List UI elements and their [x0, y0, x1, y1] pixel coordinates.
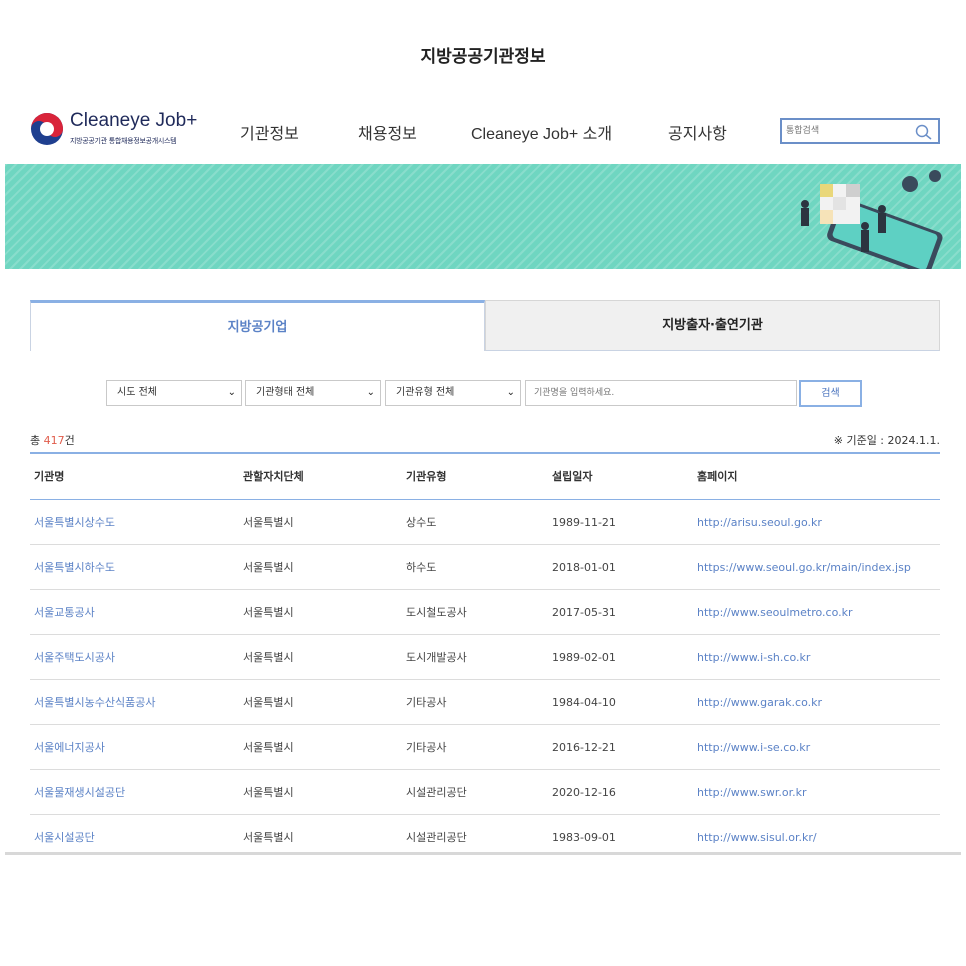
table-header: 기관명 관할자치단체 기관유형 설립일자 홈페이지 — [30, 454, 940, 500]
jurisdiction: 서울특별시 — [243, 651, 294, 664]
col-org-type: 기관유형 — [406, 470, 447, 483]
founded-date: 1989-02-01 — [552, 651, 616, 664]
jurisdiction: 서울특별시 — [243, 561, 294, 574]
homepage-link[interactable]: http://www.i-se.co.kr — [697, 725, 810, 770]
org-type: 기타공사 — [406, 741, 447, 754]
taegeuk-logo-icon — [31, 113, 63, 145]
org-type: 기타공사 — [406, 696, 447, 709]
jurisdiction: 서울특별시 — [243, 786, 294, 799]
total-count: 총 417건 — [30, 432, 75, 448]
org-name-link[interactable]: 서울주택도시공사 — [34, 635, 115, 680]
org-name-link[interactable]: 서울특별시하수도 — [34, 545, 115, 590]
org-name-link[interactable]: 서울에너지공사 — [34, 725, 105, 770]
site-logo[interactable]: Cleaneye Job+ 지방공공기관 통합채용정보공개시스템 — [30, 110, 210, 150]
page-divider — [5, 852, 961, 855]
org-name-link[interactable]: 서울특별시농수산식품공사 — [34, 680, 155, 725]
founded-date: 1984-04-10 — [552, 696, 616, 709]
homepage-link[interactable]: http://www.i-sh.co.kr — [697, 635, 810, 680]
chevron-down-icon: ⌄ — [227, 387, 236, 398]
org-form-select-value: 기관형태 전체 — [256, 387, 315, 398]
table-row: 서울주택도시공사 서울특별시 도시개발공사 1989-02-01 http://… — [30, 635, 940, 680]
col-jurisdiction: 관할자치단체 — [243, 470, 304, 483]
founded-date: 2017-05-31 — [552, 606, 616, 619]
region-select[interactable]: 시도 전체 ⌄ — [106, 380, 242, 406]
total-suffix: 건 — [64, 434, 75, 447]
col-homepage: 홈페이지 — [697, 470, 738, 483]
founded-date: 2016-12-21 — [552, 741, 616, 754]
col-founded: 설립일자 — [552, 470, 593, 483]
table-row: 서울물재생시설공단 서울특별시 시설관리공단 2020-12-16 http:/… — [30, 770, 940, 815]
org-type: 시설관리공단 — [406, 786, 467, 799]
org-type-select[interactable]: 기관유형 전체 ⌄ — [385, 380, 521, 406]
org-name-link[interactable]: 서울물재생시설공단 — [34, 770, 125, 815]
org-type: 도시철도공사 — [406, 606, 467, 619]
org-form-select[interactable]: 기관형태 전체 ⌄ — [245, 380, 381, 406]
nav-about[interactable]: Cleaneye Job+ 소개 — [471, 120, 612, 144]
tab-local-funded-org[interactable]: 지방출자·출연기관 — [485, 300, 940, 351]
org-type: 하수도 — [406, 561, 437, 574]
org-type: 도시개발공사 — [406, 651, 467, 664]
site-header: Cleaneye Job+ 지방공공기관 통합채용정보공개시스템 기관정보 채용… — [0, 100, 966, 162]
nav-notice[interactable]: 공지사항 — [668, 120, 727, 144]
search-button[interactable]: 검색 — [799, 380, 862, 407]
table-row: 서울교통공사 서울특별시 도시철도공사 2017-05-31 http://ww… — [30, 590, 940, 635]
jurisdiction: 서울특별시 — [243, 696, 294, 709]
org-name-link[interactable]: 서울교통공사 — [34, 590, 95, 635]
tab-local-enterprise[interactable]: 지방공기업 — [30, 300, 485, 351]
homepage-link[interactable]: http://arisu.seoul.go.kr — [697, 500, 822, 545]
basis-date: ※ 기준일 : 2024.1.1. — [833, 434, 940, 447]
homepage-link[interactable]: http://www.garak.co.kr — [697, 680, 822, 725]
jurisdiction: 서울특별시 — [243, 741, 294, 754]
global-search-input[interactable] — [786, 122, 910, 140]
banner-illustration — [801, 170, 943, 269]
nav-job-info[interactable]: 채용정보 — [358, 120, 417, 144]
nav-org-info[interactable]: 기관정보 — [240, 120, 299, 144]
col-org-name: 기관명 — [34, 470, 65, 483]
org-type: 상수도 — [406, 516, 437, 529]
table-row: 서울특별시상수도 서울특별시 상수도 1989-11-21 http://ari… — [30, 500, 940, 545]
founded-date: 2020-12-16 — [552, 786, 616, 799]
logo-subtitle: 지방공공기관 통합채용정보공개시스템 — [70, 137, 177, 145]
org-name-input[interactable] — [525, 380, 797, 406]
search-icon[interactable] — [914, 123, 934, 141]
founded-date: 1989-11-21 — [552, 516, 616, 529]
table-row: 서울특별시하수도 서울특별시 하수도 2018-01-01 https://ww… — [30, 545, 940, 590]
founded-date: 2018-01-01 — [552, 561, 616, 574]
total-prefix: 총 — [30, 434, 44, 447]
org-type-select-value: 기관유형 전체 — [396, 387, 455, 398]
total-count-value: 417 — [43, 434, 65, 447]
homepage-link[interactable]: http://www.seoulmetro.co.kr — [697, 590, 853, 635]
logo-title: Cleaneye Job+ — [70, 110, 198, 131]
org-name-link[interactable]: 서울특별시상수도 — [34, 500, 115, 545]
chevron-down-icon: ⌄ — [366, 387, 375, 398]
homepage-link[interactable]: http://www.swr.or.kr — [697, 770, 807, 815]
table-row: 서울특별시농수산식품공사 서울특별시 기타공사 1984-04-10 http:… — [30, 680, 940, 725]
org-table: 기관명 관할자치단체 기관유형 설립일자 홈페이지 서울특별시상수도 서울특별시… — [30, 452, 940, 860]
jurisdiction: 서울특별시 — [243, 516, 294, 529]
global-search — [780, 118, 940, 144]
jurisdiction: 서울특별시 — [243, 606, 294, 619]
chevron-down-icon: ⌄ — [506, 387, 515, 398]
page-title: 지방공공기관정보 — [420, 47, 546, 67]
homepage-link[interactable]: https://www.seoul.go.kr/main/index.jsp — [697, 545, 911, 590]
table-row: 서울에너지공사 서울특별시 기타공사 2016-12-21 http://www… — [30, 725, 940, 770]
region-select-value: 시도 전체 — [117, 387, 157, 398]
